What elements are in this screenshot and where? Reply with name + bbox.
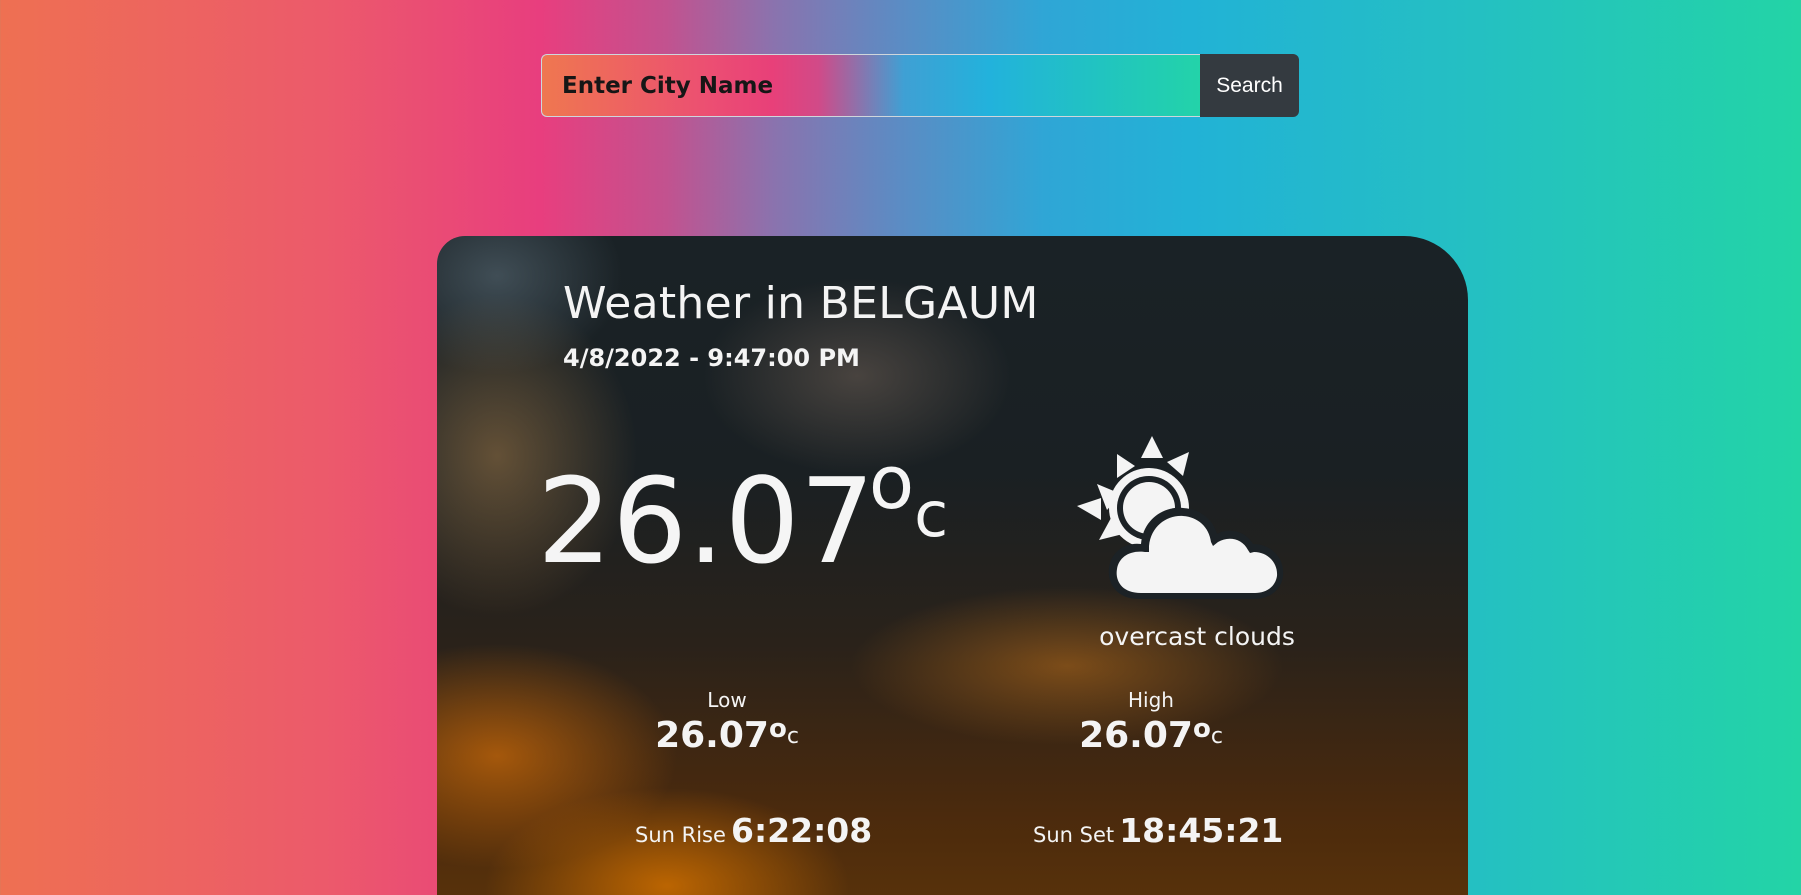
low-degree-symbol: o	[768, 714, 787, 744]
sunrise: Sun Rise 6:22:08	[635, 811, 872, 850]
high-value-wrapper: 26.07oc	[1071, 714, 1231, 756]
temperature-value: 26.07	[537, 452, 875, 590]
high-unit: c	[1210, 724, 1223, 749]
partly-cloudy-sun-icon	[1077, 436, 1284, 599]
weather-condition: overcast clouds	[1099, 622, 1295, 651]
low-value-wrapper: 26.07oc	[647, 714, 807, 756]
low-label: Low	[707, 688, 747, 712]
search-button[interactable]: Search	[1200, 54, 1299, 117]
city-search-input[interactable]	[541, 54, 1200, 117]
sunrise-label: Sun Rise	[635, 823, 726, 847]
weather-title: Weather in BELGAUM	[563, 278, 1039, 329]
current-temperature: 26.07oc	[537, 446, 948, 580]
temperature-unit: c	[914, 478, 949, 551]
weather-datetime: 4/8/2022 - 9:47:00 PM	[563, 344, 860, 372]
low-unit: c	[786, 724, 799, 749]
high-degree-symbol: o	[1192, 714, 1211, 744]
search-bar: Search	[541, 54, 1299, 117]
low-temperature: Low 26.07oc	[647, 688, 807, 756]
sunrise-value: 6:22:08	[731, 811, 873, 850]
sunset: Sun Set 18:45:21	[1033, 811, 1283, 850]
sunset-label: Sun Set	[1033, 823, 1115, 847]
weather-card: Weather in BELGAUM 4/8/2022 - 9:47:00 PM…	[437, 236, 1468, 895]
low-value: 26.07	[655, 715, 769, 756]
high-temperature: High 26.07oc	[1071, 688, 1231, 756]
degree-symbol: o	[868, 440, 915, 526]
sunset-value: 18:45:21	[1119, 811, 1284, 850]
high-value: 26.07	[1079, 715, 1193, 756]
high-label: High	[1128, 688, 1174, 712]
